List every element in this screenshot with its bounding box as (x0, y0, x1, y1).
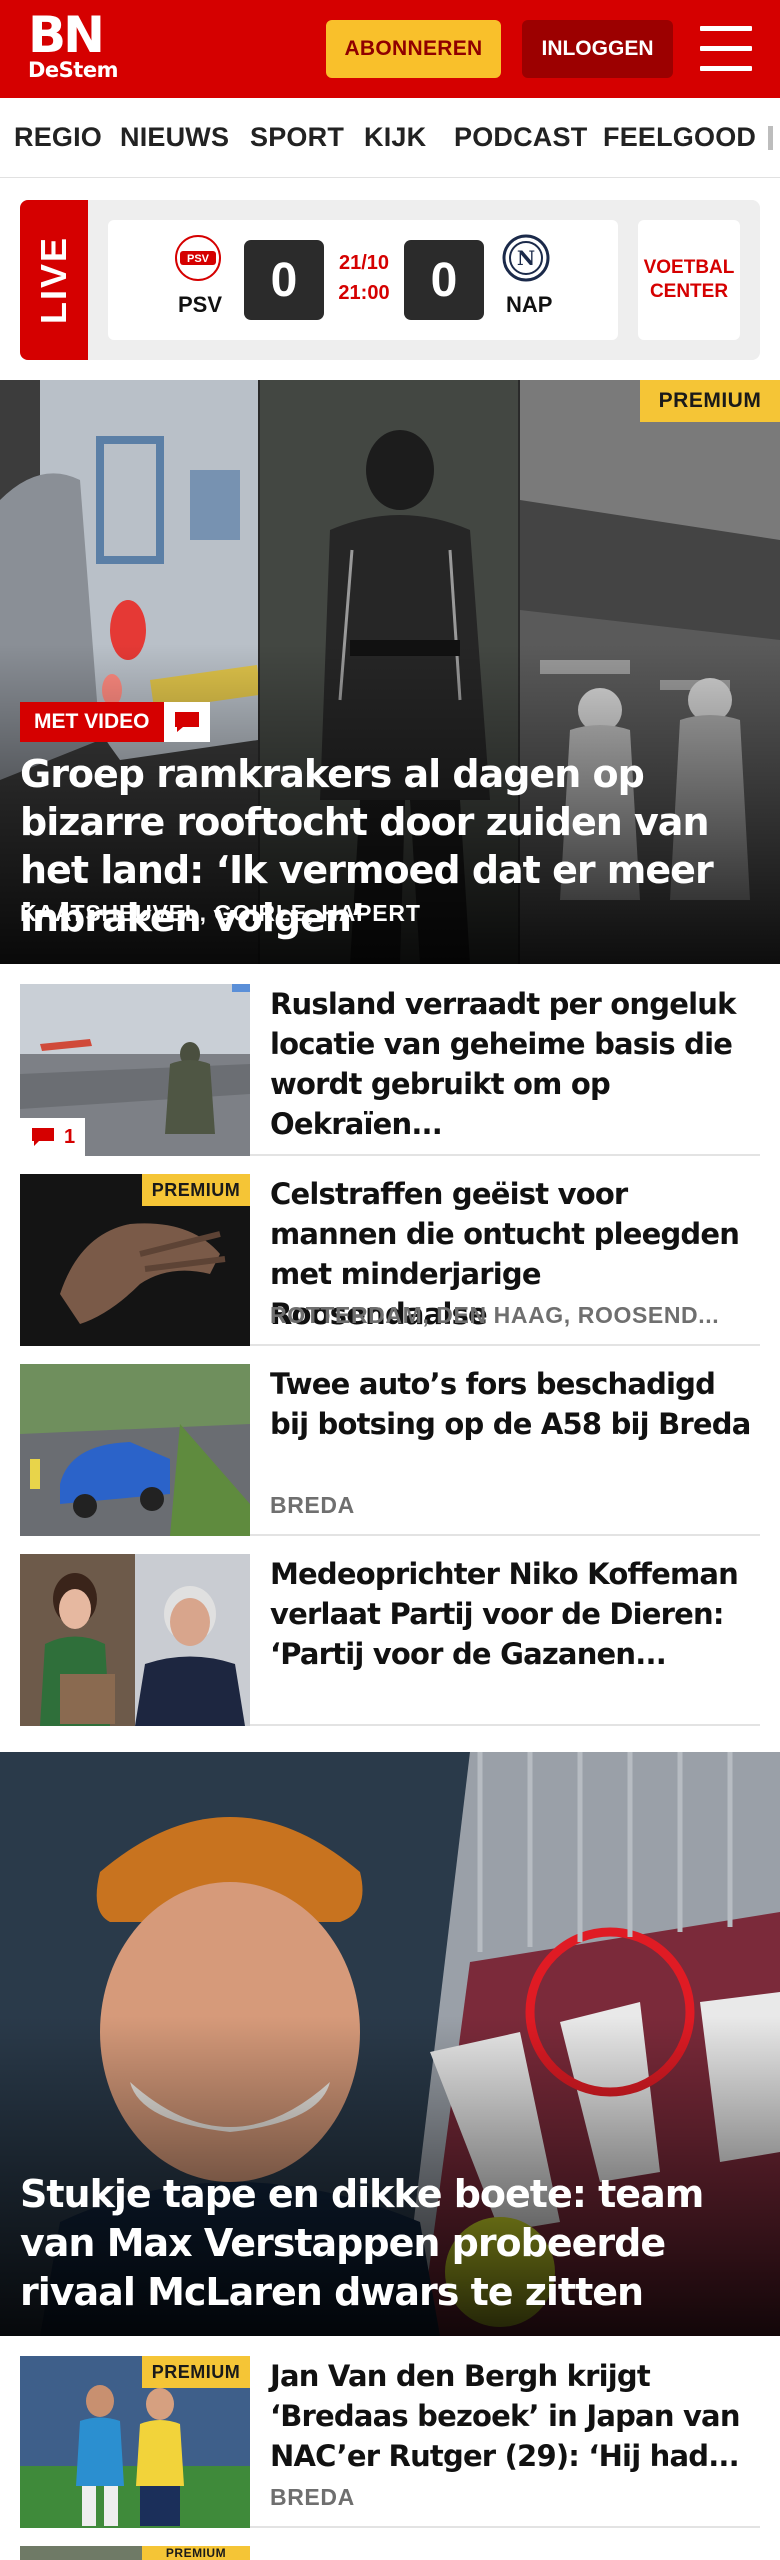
login-button[interactable]: INLOGGEN (522, 20, 673, 78)
voetbal-center-button[interactable]: VOETBAL CENTER (638, 220, 740, 340)
article-title: Jan Van den Bergh krijgt ‘Bredaas bezoek… (270, 2359, 740, 2473)
voetbal-center-line2: CENTER (649, 281, 729, 302)
article-thumbnail: PREMIUM (20, 2356, 250, 2528)
video-badge: MET VIDEO (20, 702, 210, 742)
away-score: 0 (404, 240, 484, 320)
logo-main: BN (28, 6, 105, 64)
live-tag-label: LIVE (33, 235, 74, 325)
list-item[interactable]: Twee auto’s fors beschadigd bij botsing … (20, 1346, 760, 1536)
hamburger-menu-icon[interactable] (700, 26, 752, 72)
thumb-image-crash (20, 1364, 250, 1536)
home-score: 0 (244, 240, 324, 320)
match-datetime: 21/10 21:00 (334, 248, 394, 308)
nav-overflow-indicator (768, 126, 773, 150)
nav-item-sport[interactable]: SPORT (250, 122, 344, 153)
live-score-widget: LIVE PSV PSV 0 21/10 21:00 0 N NAP VOETB… (20, 200, 760, 360)
nav-item-nieuws[interactable]: NIEUWS (120, 122, 229, 153)
video-badge-label: MET VIDEO (20, 702, 164, 742)
match-date: 21/10 (338, 252, 390, 274)
logo-sub: DeStem (28, 58, 118, 82)
list-item[interactable]: PREMIUM Celstraffen geëist voor mannen d… (20, 1156, 760, 1346)
main-nav: REGIO NIEUWS SPORT KIJK PODCAST FEELGOOD (0, 98, 780, 178)
article-title: Twee auto’s fors beschadigd bij botsing … (270, 1367, 751, 1441)
comment-count-badge[interactable]: 1 (20, 1118, 86, 1156)
hero2-title: Stukje tape en dikke boete: team van Max… (20, 2172, 704, 2314)
match-card[interactable]: PSV PSV 0 21/10 21:00 0 N NAP (108, 220, 618, 340)
premium-badge: PREMIUM (142, 1174, 250, 1206)
site-logo[interactable]: BN DeStem (28, 6, 118, 82)
nav-item-feelgood[interactable]: FEELGOOD (603, 122, 756, 153)
list-item[interactable]: Medeoprichter Niko Koffeman verlaat Part… (20, 1536, 760, 1726)
thumb-image-politicians (20, 1554, 250, 1726)
away-team-name: NAP (506, 292, 553, 317)
article-thumbnail: 1 (20, 984, 250, 1156)
article-thumbnail (20, 1554, 250, 1726)
home-team-name: PSV (178, 292, 223, 317)
article-thumbnail: PREMIUM (20, 1174, 250, 1346)
site-header: BN DeStem ABONNEREN INLOGGEN (0, 0, 780, 98)
hero-article-2[interactable]: Stukje tape en dikke boete: team van Max… (0, 1752, 780, 2336)
comment-count: 1 (64, 1125, 76, 1148)
voetbal-center-line1: VOETBAL (643, 257, 735, 278)
premium-badge: PREMIUM (142, 2356, 250, 2388)
premium-badge: PREMIUM (142, 2546, 250, 2560)
article-title: Medeoprichter Niko Koffeman verlaat Part… (270, 1557, 739, 1671)
nav-item-podcast[interactable]: PODCAST (454, 122, 587, 153)
match-time: 21:00 (338, 282, 390, 304)
subscribe-button[interactable]: ABONNEREN (326, 20, 501, 78)
list-item[interactable]: PREMIUM (20, 2528, 760, 2560)
article-location: BREDA (270, 2484, 355, 2510)
list-item[interactable]: PREMIUM Jan Van den Bergh krijgt ‘Bredaa… (20, 2338, 760, 2528)
hero-location: KAATSHEUVEL, GOIRLE, HAPERT (20, 900, 421, 926)
nav-item-regio[interactable]: REGIO (14, 122, 102, 153)
article-thumbnail: PREMIUM (20, 2546, 250, 2560)
comment-icon (32, 1128, 54, 1146)
article-location: ROTTERDAM, DEN HAAG, ROOSEND... (270, 1302, 720, 1328)
comment-icon (163, 702, 210, 742)
nav-item-kijk[interactable]: KIJK (364, 122, 426, 153)
napoli-crest-icon: N (502, 234, 550, 282)
article-title: Rusland verraadt per ongeluk locatie van… (270, 987, 736, 1141)
svg-text:N: N (517, 246, 535, 270)
article-thumbnail (20, 1364, 250, 1536)
hero-article[interactable]: PREMIUM MET VIDEO Groep ramkrakers al da… (0, 380, 780, 964)
article-location: BREDA (270, 1492, 355, 1518)
list-item[interactable]: 1 Rusland verraadt per ongeluk locatie v… (20, 966, 760, 1156)
premium-badge: PREMIUM (640, 380, 780, 422)
psv-crest-icon: PSV (175, 235, 221, 281)
live-tag: LIVE (20, 200, 88, 360)
svg-text:PSV: PSV (187, 253, 210, 265)
